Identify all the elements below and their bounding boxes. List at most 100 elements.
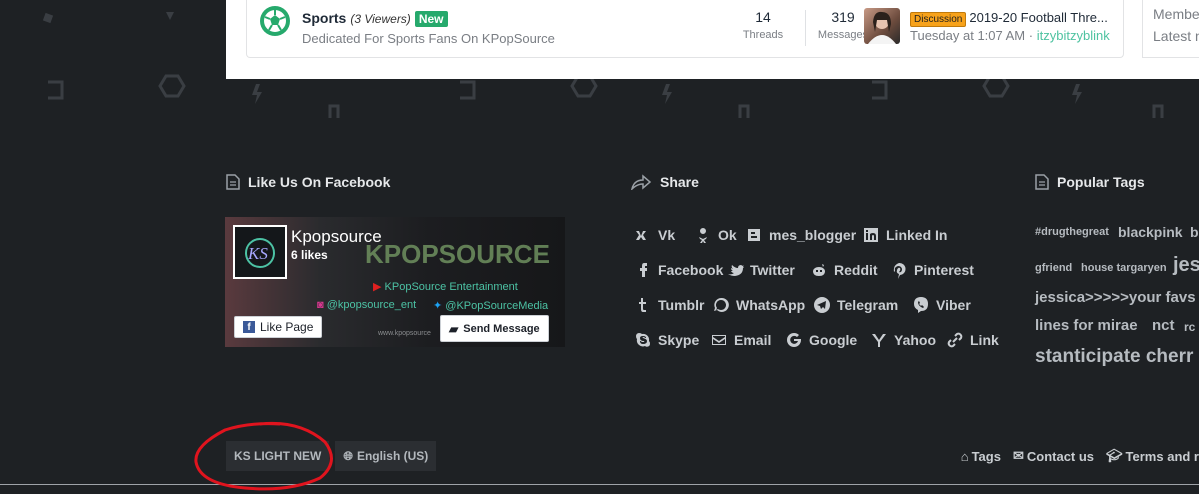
google-icon [787,332,801,347]
last-post-time[interactable]: Tuesday at 1:07 AM [910,28,1025,43]
link-icon [947,332,963,348]
tag-link[interactable]: b [1190,224,1199,240]
message-icon: ▰ [449,321,459,336]
share-link-ok[interactable]: Ok [694,226,737,244]
share-link-twitter[interactable]: Twitter [726,261,795,279]
tag-link[interactable]: house targaryen [1081,262,1167,274]
cover-twitter-label: @KPopSourceMedia [445,300,549,312]
graduation-cap-icon: 🎓︎ [1106,448,1123,463]
style-chooser-button[interactable]: KS LIGHT NEW [226,441,330,471]
share-link-link[interactable]: Link [946,331,999,349]
footer-links: ⌂ Tags ✉ Contact us 🎓︎ Terms and r [961,448,1199,464]
share-link-pinterest[interactable]: Pinterest [890,261,974,279]
tags-section-heading: Popular Tags [1035,174,1145,190]
tumblr-icon [639,298,646,312]
last-post-title[interactable]: 2019-20 Football Thre... [969,10,1108,25]
share-link-viber[interactable]: Viber [912,296,971,314]
share-link-vk[interactable]: Vk [634,226,675,244]
share-link-google[interactable]: Google [785,331,857,349]
linkedin-icon [864,228,878,242]
share-link-whatsapp[interactable]: WhatsApp [712,296,805,314]
footer-link-contact[interactable]: ✉ Contact us [1013,448,1094,464]
share-link-facebook[interactable]: Facebook [634,261,723,279]
pinterest-icon [893,262,906,279]
discussion-prefix-badge: Discussion [910,12,967,27]
tag-link[interactable]: nct [1152,317,1175,334]
members-sidebar-block: Membe Latest n [1142,0,1199,58]
share-link-label: Facebook [658,262,724,278]
telegram-icon [814,297,830,313]
facebook-page-widget[interactable]: KS Kpopsource 6 likes KPOPSOURCE ▶ KPopS… [225,217,565,347]
tag-link[interactable]: lines for mirae [1035,317,1138,334]
tag-link[interactable]: gfriend [1035,262,1072,274]
last-post-avatar[interactable] [864,8,900,44]
share-link-label: Yahoo [894,332,937,348]
share-link-label: Telegram [837,297,899,313]
share-link-tumblr[interactable]: Tumblr [634,296,704,314]
footer-link-tags[interactable]: ⌂ Tags [961,448,1001,464]
stat-divider [805,10,806,46]
last-post-meta: Tuesday at 1:07 AM · itzybitzyblink [910,28,1110,43]
last-post-username[interactable]: itzybitzyblink [1037,28,1110,43]
share-section-heading: Share [630,174,699,190]
tag-link[interactable]: jessica>>>>>your favs [1035,289,1196,306]
share-link-mes-blogger[interactable]: mes_blogger [745,226,856,244]
share-link-telegram[interactable]: Telegram [813,296,898,314]
share-link-skype[interactable]: Skype [634,331,699,349]
tag-link[interactable]: rc [1184,320,1195,334]
envelope-icon: ✉ [1012,448,1024,463]
yahoo-icon [872,334,886,347]
globe-icon: 🌐︎ [343,448,353,463]
document-icon [1035,174,1049,190]
footer-link-label: Terms and r [1125,448,1199,464]
footer-link-terms[interactable]: 🎓︎ Terms and r [1106,448,1199,464]
share-link-label: Reddit [834,262,878,278]
meta-separator: · [1028,28,1034,43]
share-link-reddit[interactable]: Reddit [810,261,878,279]
tag-link[interactable]: #drugthegreat [1035,226,1109,238]
node-title[interactable]: Sports [302,10,346,26]
share-link-label: mes_blogger [769,227,857,243]
facebook-f-icon: f [243,321,255,333]
share-link-yahoo[interactable]: Yahoo [870,331,936,349]
cover-brand-text: KPOPSOURCE [365,239,550,269]
cover-twitter-text: ✦ @KPopSourceMedia [433,299,548,312]
threads-count: 14 [755,9,771,25]
like-page-label: Like Page [260,320,314,334]
cover-url-text: www.kpopsource [378,330,431,337]
cover-entertainment-text: ▶ KPopSource Entertainment [373,280,518,293]
like-page-button[interactable]: f Like Page [234,316,323,338]
share-link-label: Google [809,332,858,348]
blogger-icon [748,229,760,241]
share-link-email[interactable]: Email [710,331,771,349]
tags-heading-text: Popular Tags [1057,174,1145,190]
twitter-bird-icon: ✦ [433,300,443,312]
facebook-icon [640,263,647,277]
twitter-icon [728,265,744,276]
soccer-ball-icon [260,6,290,36]
last-post-title-row[interactable]: Discussion 2019-20 Football Thre... [910,10,1120,27]
kpopsource-logo[interactable]: KS [233,225,287,279]
language-label: English (US) [356,449,429,463]
members-label: Membe [1153,6,1199,22]
footer-link-label: Tags [971,448,1001,464]
reddit-icon [813,264,825,276]
node-viewers: (3 Viewers) [350,12,411,26]
tag-icon: ⌂ [960,448,969,464]
send-message-button[interactable]: ▰ Send Message [440,315,549,342]
tag-link[interactable]: stanticipate cherr [1035,346,1193,368]
viber-icon [914,297,928,313]
share-arrow-icon [631,174,652,190]
forum-node-sports[interactable]: Sports (3 Viewers) New Dedicated For Sport… [246,0,1124,58]
share-link-linked-in[interactable]: Linked In [862,226,947,244]
instagram-icon: ◙ [317,299,324,311]
share-heading-text: Share [660,174,699,190]
share-link-label: Email [734,332,772,348]
tag-link[interactable]: jes [1173,254,1199,277]
odnoklassniki-icon [699,228,707,243]
language-chooser-button[interactable]: 🌐︎ English (US) [335,441,437,471]
tag-link[interactable]: blackpink [1118,224,1183,240]
facebook-likes-count: 6 likes [291,248,328,262]
share-link-label: Link [970,332,999,348]
share-link-label: Ok [718,227,737,243]
